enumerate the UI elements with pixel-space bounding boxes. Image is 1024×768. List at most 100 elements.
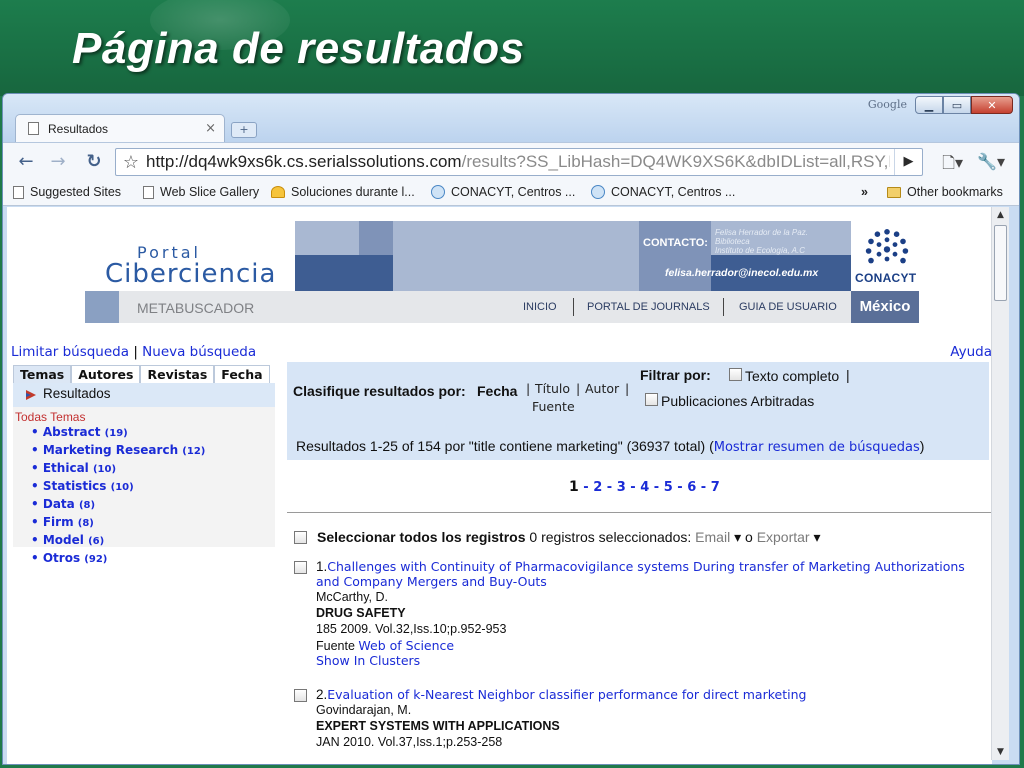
page-link[interactable]: 7 <box>711 480 720 495</box>
facet-item[interactable]: • Model (6) <box>31 532 275 550</box>
new-search-link[interactable]: Nueva búsqueda <box>142 344 256 360</box>
results-arrow-icon <box>26 390 36 400</box>
page-menu-icon[interactable]: 🗋▾ <box>942 152 963 179</box>
slide-title: Página de resultados <box>72 24 525 73</box>
limit-search-link[interactable]: Limitar búsqueda <box>11 344 129 360</box>
metabuscador-label: METABUSCADOR <box>137 300 255 316</box>
facet-tabs: Temas Autores Revistas Fecha <box>13 365 275 383</box>
forward-icon[interactable]: → <box>47 151 69 173</box>
sort-fuente[interactable]: Fuente <box>532 399 575 414</box>
close-window-icon[interactable]: ✕ <box>971 96 1013 114</box>
show-search-summary-link[interactable]: Mostrar resumen de búsquedas <box>714 440 920 455</box>
page-link[interactable]: 4 <box>640 480 649 495</box>
tab-title: Resultados <box>48 121 109 136</box>
page-icon <box>143 185 154 199</box>
help-link[interactable]: Ayuda <box>950 344 992 360</box>
record-source: Fuente Web of Science <box>316 638 455 653</box>
contact-email[interactable]: felisa.herrador@inecol.edu.mx <box>665 267 818 279</box>
tab-resultados[interactable]: Resultados × <box>15 114 225 142</box>
bookmark-conacyt-1[interactable]: CONACYT, Centros ... <box>431 185 575 199</box>
vertical-scrollbar[interactable]: ▲ ▼ <box>991 207 1009 760</box>
tab-autores[interactable]: Autores <box>71 365 141 383</box>
full-text-checkbox[interactable] <box>729 368 742 381</box>
google-label: Google <box>867 98 907 111</box>
page-link[interactable]: 5 <box>664 480 673 495</box>
bookmark-suggested-sites[interactable]: Suggested Sites <box>13 185 121 199</box>
facet-item[interactable]: • Marketing Research (12) <box>31 442 275 460</box>
record-checkbox[interactable] <box>294 561 307 574</box>
page-link[interactable]: 3 <box>617 480 626 495</box>
peer-reviewed-label: Publicaciones Arbitradas <box>661 393 815 409</box>
facet-results-header[interactable]: Resultados <box>13 383 275 407</box>
contact-label: CONTACTO: <box>643 237 708 249</box>
tab-temas[interactable]: Temas <box>13 365 72 383</box>
facet-item[interactable]: • Otros (92) <box>31 550 275 568</box>
star-icon[interactable]: ☆ <box>116 152 146 173</box>
scroll-up-icon[interactable]: ▲ <box>992 207 1009 223</box>
nav-guia-de-usuario[interactable]: GUIA DE USUARIO <box>739 301 837 313</box>
globe-icon <box>431 185 445 199</box>
bookmark-soluciones[interactable]: Soluciones durante l... <box>271 185 415 199</box>
nav-portal-de-journals[interactable]: PORTAL DE JOURNALS <box>587 301 710 313</box>
back-icon[interactable]: ← <box>15 151 37 173</box>
facet-item[interactable]: • Firm (8) <box>31 514 275 532</box>
tab-revistas[interactable]: Revistas <box>140 365 215 383</box>
facet-item[interactable]: • Ethical (10) <box>31 460 275 478</box>
facet-item[interactable]: • Abstract (19) <box>31 424 275 442</box>
address-bar[interactable]: ☆ http://dq4wk9xs6k.cs.serialssolutions.… <box>115 148 923 176</box>
sort-label: Clasifique resultados por: <box>293 383 466 399</box>
bookmarks-bar: Suggested Sites Web Slice Gallery Soluci… <box>3 180 1019 206</box>
page-content: Portal Ciberciencia CONTACTO: Felisa Her… <box>7 207 992 764</box>
all-topics-label: Todas Temas <box>15 410 86 424</box>
facet-item[interactable]: • Statistics (10) <box>31 478 275 496</box>
reload-icon[interactable]: ↻ <box>83 151 105 173</box>
contact-info: Felisa Herrador de la Paz. Biblioteca In… <box>715 228 808 255</box>
page-link[interactable]: 2 <box>593 480 602 495</box>
folder-icon <box>887 186 901 198</box>
page-link[interactable]: 6 <box>687 480 696 495</box>
scroll-down-icon[interactable]: ▼ <box>992 744 1009 760</box>
facet-item[interactable]: • Data (8) <box>31 496 275 514</box>
browser-titlebar: Google ▁ ▭ ✕ Resultados × + <box>3 94 1019 142</box>
record-citation: JAN 2010. Vol.37,Iss.1;p.253-258 <box>316 735 503 749</box>
email-dropdown[interactable]: Email ▾ <box>695 529 741 545</box>
current-page: 1 <box>569 479 579 495</box>
record-title[interactable]: 2.Evaluation of k-Nearest Neighbor class… <box>316 687 976 702</box>
bookmark-web-slice-gallery[interactable]: Web Slice Gallery <box>143 185 259 199</box>
minimize-icon[interactable]: ▁ <box>915 96 943 114</box>
portal-logo[interactable]: Portal Ciberciencia <box>85 221 295 291</box>
pagination: 1 - 2 - 3 - 4 - 5 - 6 - 7 <box>569 479 720 495</box>
maximize-icon[interactable]: ▭ <box>943 96 971 114</box>
url-text[interactable]: http://dq4wk9xs6k.cs.serialssolutions.co… <box>146 152 890 172</box>
facet-list: Todas Temas • Abstract (19) • Marketing … <box>13 407 275 565</box>
nav-inicio[interactable]: INICIO <box>523 301 557 313</box>
go-icon[interactable]: ▶ <box>894 149 922 175</box>
tab-close-icon[interactable]: × <box>205 121 216 136</box>
show-in-clusters-link[interactable]: Show In Clusters <box>316 653 420 668</box>
source-link[interactable]: Web of Science <box>358 638 454 653</box>
selection-bar: Seleccionar todos los registros 0 regist… <box>294 529 821 546</box>
search-links: Limitar búsqueda | Nueva búsqueda <box>11 344 257 360</box>
export-dropdown[interactable]: Exportar ▾ <box>757 529 821 545</box>
scroll-thumb[interactable] <box>994 225 1007 301</box>
country-mexico[interactable]: México <box>851 291 919 323</box>
select-all-label: Seleccionar todos los registros <box>317 529 526 545</box>
full-text-label: Texto completo <box>745 368 840 384</box>
conacyt-wordmark: CONACYT <box>855 271 917 285</box>
select-all-checkbox[interactable] <box>294 531 307 544</box>
record-citation: 185 2009. Vol.32,Iss.10;p.952-953 <box>316 622 507 636</box>
sort-titulo[interactable]: Título <box>535 381 570 396</box>
bookmark-conacyt-2[interactable]: CONACYT, Centros ... <box>591 185 735 199</box>
tab-fecha[interactable]: Fecha <box>214 365 270 383</box>
record-title[interactable]: 1.Challenges with Continuity of Pharmaco… <box>316 559 976 589</box>
peer-reviewed-checkbox[interactable] <box>645 393 658 406</box>
browser-toolbar: ← → ↻ ☆ http://dq4wk9xs6k.cs.serialssolu… <box>3 142 1019 180</box>
sort-autor[interactable]: Autor <box>585 381 619 396</box>
other-bookmarks[interactable]: Other bookmarks <box>887 185 1003 199</box>
portal-banner: CONTACTO: Felisa Herrador de la Paz. Bib… <box>295 221 851 291</box>
wrench-menu-icon[interactable]: 🔧▾ <box>977 152 1005 171</box>
record-checkbox[interactable] <box>294 689 307 702</box>
new-tab-icon[interactable]: + <box>231 122 257 138</box>
bookmarks-overflow-icon[interactable]: » <box>861 185 868 199</box>
record-journal: DRUG SAFETY <box>316 606 406 620</box>
